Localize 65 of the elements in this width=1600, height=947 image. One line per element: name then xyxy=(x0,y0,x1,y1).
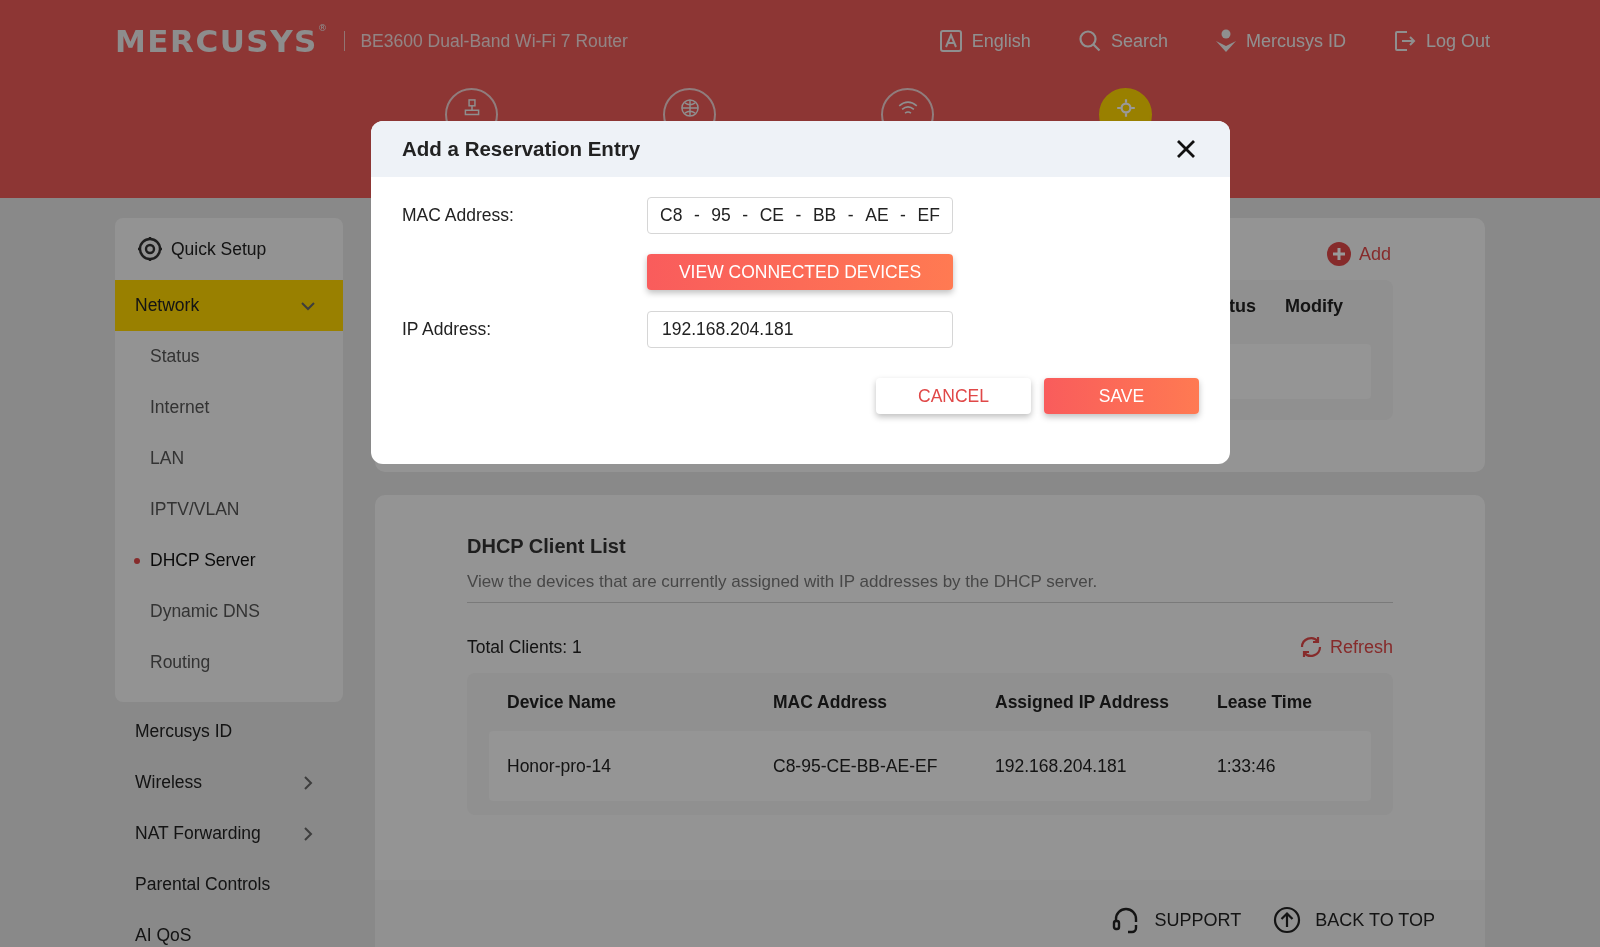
sidebar-item[interactable]: Wireless xyxy=(115,757,343,808)
header-link[interactable]: English xyxy=(938,29,1031,53)
brand-logo[interactable]: MERCUSYS$^{®}$ xyxy=(115,23,329,59)
mac-segment-text: CE xyxy=(759,205,784,226)
save-button[interactable]: SAVE xyxy=(1044,378,1199,414)
sidebar-subitem[interactable]: Status xyxy=(115,331,343,382)
sidebar-item[interactable]: Mercusys ID xyxy=(115,706,343,757)
gear-icon xyxy=(1114,97,1137,119)
table-cell-text: Honor-pro-14 xyxy=(507,755,613,777)
column-header: Device Name xyxy=(507,691,617,713)
mac-segment-text: - xyxy=(742,205,749,226)
header-link[interactable]: Mercusys ID xyxy=(1214,29,1346,53)
column-header: Assigned IP Address xyxy=(995,691,1171,713)
section-title: DHCP Client List xyxy=(467,535,627,558)
total-clients-text: Total Clients: 1 xyxy=(467,636,582,658)
sidebar-subitem[interactable]: Internet xyxy=(115,382,343,433)
table-cell-text: 192.168.204.181 xyxy=(995,755,1128,777)
arrow-up-icon xyxy=(1273,906,1302,934)
column-header: Modify xyxy=(1285,296,1343,317)
field-label: MAC Address: xyxy=(402,205,515,226)
refresh-button[interactable]: Refresh xyxy=(1297,635,1393,659)
mac-segment-text: C8 xyxy=(660,205,683,226)
sidebar-item[interactable]: AI QoS xyxy=(115,910,343,947)
search-icon xyxy=(1077,29,1102,53)
support-link[interactable]: SUPPORT xyxy=(1110,905,1242,935)
globe-icon xyxy=(678,97,701,119)
cancel-button[interactable]: CANCEL xyxy=(876,378,1031,414)
language-icon xyxy=(938,29,963,53)
plus-icon xyxy=(1326,242,1351,266)
column-header: Lease Time xyxy=(1217,691,1312,713)
header-link[interactable]: Search xyxy=(1077,29,1168,53)
sidebar-item[interactable]: Network xyxy=(115,280,343,331)
mac-segment-text: 95 xyxy=(711,205,731,226)
sidebar-item[interactable]: NAT Forwarding xyxy=(115,808,343,859)
mac-segment-text: - xyxy=(693,205,700,226)
product-name: BE3600 Dual-Band Wi-Fi 7 Router xyxy=(360,30,628,52)
sidebar-subitem[interactable]: Dynamic DNS xyxy=(115,586,343,637)
section-description: View the devices that are currently assigned with IP addresses by the DHCP server. xyxy=(467,572,1393,603)
add-button[interactable]: Add xyxy=(1326,242,1391,266)
user-icon xyxy=(1214,29,1237,53)
sidebar-subitem[interactable]: Routing xyxy=(115,637,343,688)
sidebar-subitem[interactable]: IPTV/VLAN xyxy=(115,484,343,535)
mac-segment-text: BB xyxy=(812,205,837,226)
mac-segment-text: - xyxy=(900,205,906,226)
mac-segment-text: - xyxy=(795,205,802,226)
dialog-title: Add a Reservation Entry xyxy=(402,137,641,161)
ip-address-field[interactable]: 192.168.204.181 xyxy=(647,311,953,348)
field-label: IP Address: xyxy=(402,319,493,340)
mac-address-field[interactable]: C8 - 95 - CE - BB - AE - EF xyxy=(647,197,953,234)
sidebar-item[interactable]: Quick Setup xyxy=(115,218,343,280)
sidebar-subitem[interactable]: LAN xyxy=(115,433,343,484)
sidebar-subitem[interactable]: DHCP Server xyxy=(115,535,343,586)
view-devices-button[interactable]: VIEW CONNECTED DEVICES xyxy=(647,254,953,290)
column-header: tus xyxy=(1229,296,1256,317)
table-cell: 1:33:46 xyxy=(1217,755,1276,777)
back-to-top-link[interactable]: BACK TO TOP xyxy=(1273,906,1435,934)
mac-segment-text: EF xyxy=(917,205,940,226)
mac-segment-text: - xyxy=(847,205,854,226)
table-cell-text: C8-95-CE-BB-AE-EF xyxy=(773,755,939,777)
logout-icon xyxy=(1392,29,1417,53)
mac-segment-text: AE xyxy=(865,205,889,226)
sidebar-item[interactable]: Parental Controls xyxy=(115,859,343,910)
column-header: MAC Address xyxy=(773,691,889,713)
header-link[interactable]: Log Out xyxy=(1392,29,1490,53)
gear-icon xyxy=(137,236,163,262)
